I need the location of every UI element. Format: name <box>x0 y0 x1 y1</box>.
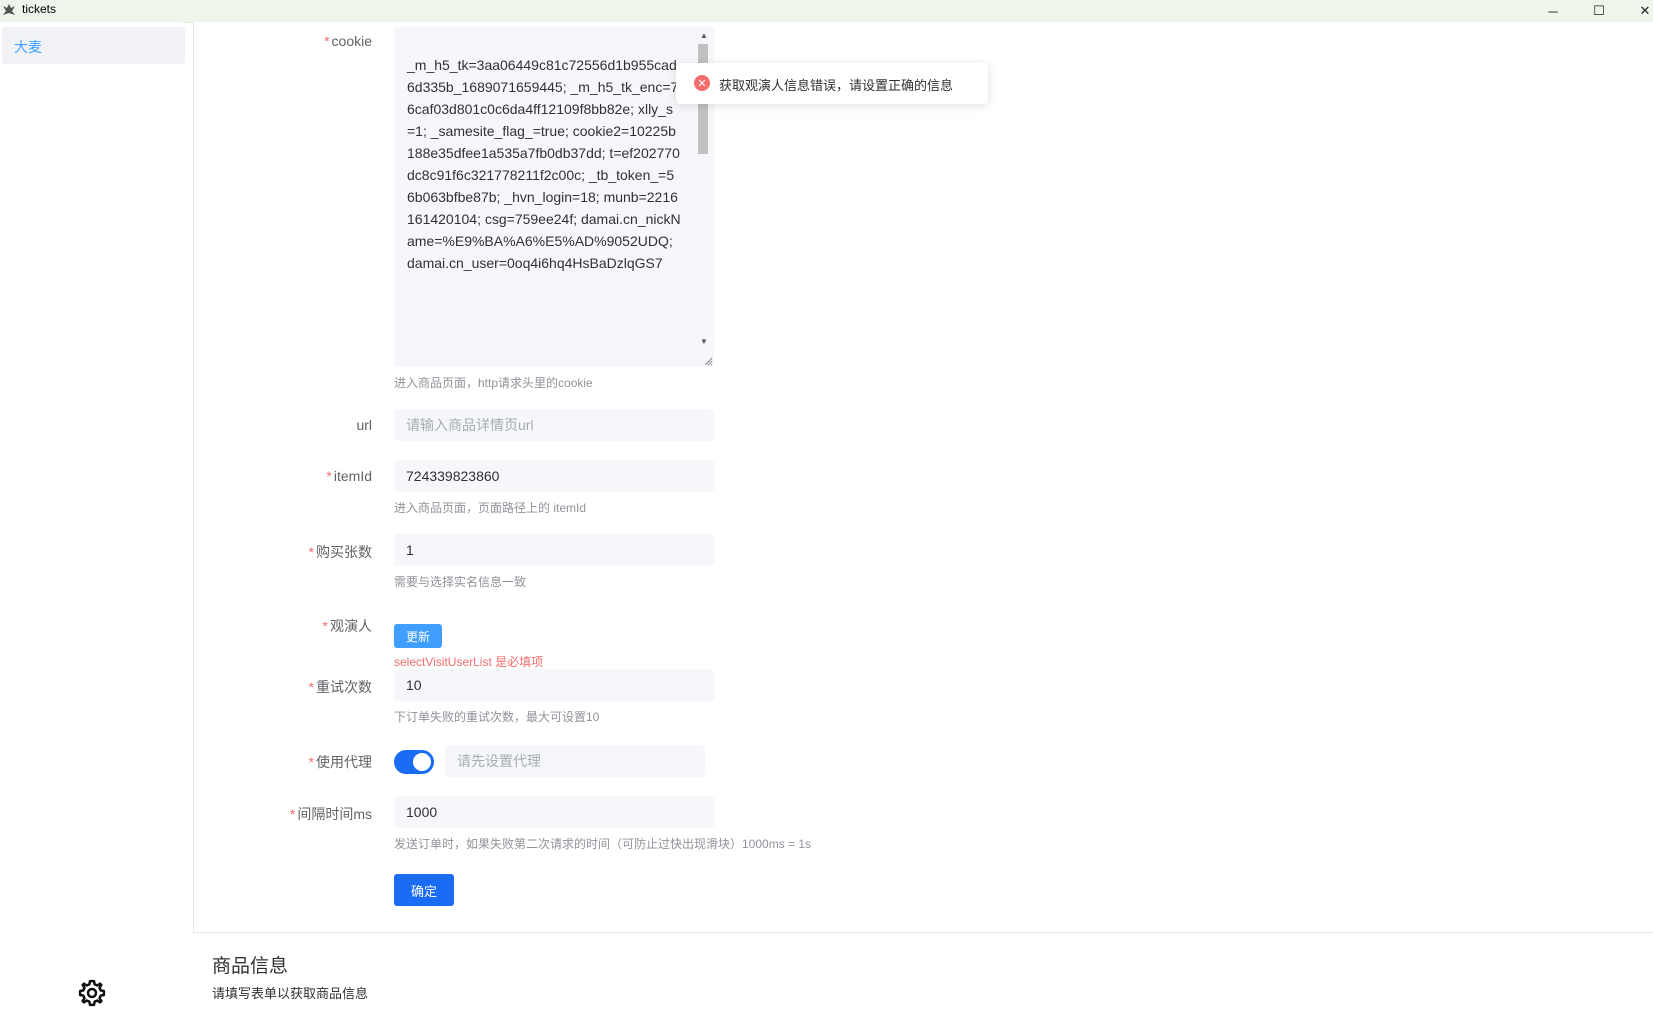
viewer-label: * 观演人 <box>322 618 372 634</box>
gear-icon[interactable] <box>77 978 107 1008</box>
window-title: tickets <box>22 2 57 16</box>
toast-message: 获取观演人信息错误，请设置正确的信息 <box>719 78 954 93</box>
error-icon: ✕ <box>694 75 710 91</box>
itemid-input[interactable]: 724339823860 <box>394 460 714 492</box>
itemid-label: * itemId <box>326 468 372 484</box>
toggle-knob <box>413 753 431 771</box>
retry-label: * 重试次数 <box>308 679 372 695</box>
proxy-toggle[interactable] <box>394 750 434 774</box>
submit-button[interactable]: 确定 <box>394 874 454 906</box>
quantity-label: * 购买张数 <box>308 544 372 560</box>
itemid-hint: 进入商品页面，页面路径上的 itemId <box>394 501 587 515</box>
cookie-label: * cookie <box>324 33 372 49</box>
quantity-input[interactable]: 1 <box>394 534 714 566</box>
minimize-button[interactable]: ─ <box>1530 0 1576 22</box>
url-input[interactable]: 请输入商品详情页url <box>394 409 714 441</box>
app-logo-icon <box>3 4 15 15</box>
retry-input[interactable]: 10 <box>394 669 714 701</box>
proxy-input[interactable]: 请先设置代理 <box>445 745 705 777</box>
cookie-value: _m_h5_tk=3aa06449c81c72556d1b955cad6d335… <box>407 57 681 271</box>
resize-grip-icon[interactable] <box>703 356 713 366</box>
update-viewer-button[interactable]: 更新 <box>394 624 442 648</box>
proxy-label: * 使用代理 <box>308 754 372 770</box>
sidebar-item-damai[interactable]: 大麦 <box>2 27 185 64</box>
scroll-down-icon[interactable]: ▼ <box>697 337 711 347</box>
url-label: url <box>356 417 372 433</box>
cookie-hint: 进入商品页面，http请求头里的cookie <box>394 376 593 390</box>
cookie-textarea[interactable]: _m_h5_tk=3aa06449c81c72556d1b955cad6d335… <box>394 27 714 367</box>
close-button[interactable]: ✕ <box>1622 0 1653 22</box>
interval-label: * 间隔时间ms <box>289 806 372 822</box>
sidebar: 大麦 <box>0 22 185 1016</box>
retry-hint: 下订单失败的重试次数，最大可设置10 <box>394 710 600 724</box>
scroll-up-icon[interactable]: ▲ <box>697 31 711 41</box>
window-titlebar: tickets ─ ☐ ✕ <box>0 0 1653 23</box>
quantity-hint: 需要与选择实名信息一致 <box>394 575 527 589</box>
maximize-button[interactable]: ☐ <box>1576 0 1622 22</box>
interval-input[interactable]: 1000 <box>394 796 714 828</box>
sidebar-item-label: 大麦 <box>14 39 42 55</box>
error-toast: ✕ 获取观演人信息错误，请设置正确的信息 <box>676 63 988 104</box>
product-info-title: 商品信息 <box>212 956 289 977</box>
product-info-description: 请填写表单以获取商品信息 <box>212 986 369 1001</box>
interval-hint: 发送订单时，如果失败第二次请求的时间（可防止过快出现滑块）1000ms = 1s <box>394 837 812 851</box>
viewer-error: selectVisitUserList 是必填项 <box>394 655 544 669</box>
